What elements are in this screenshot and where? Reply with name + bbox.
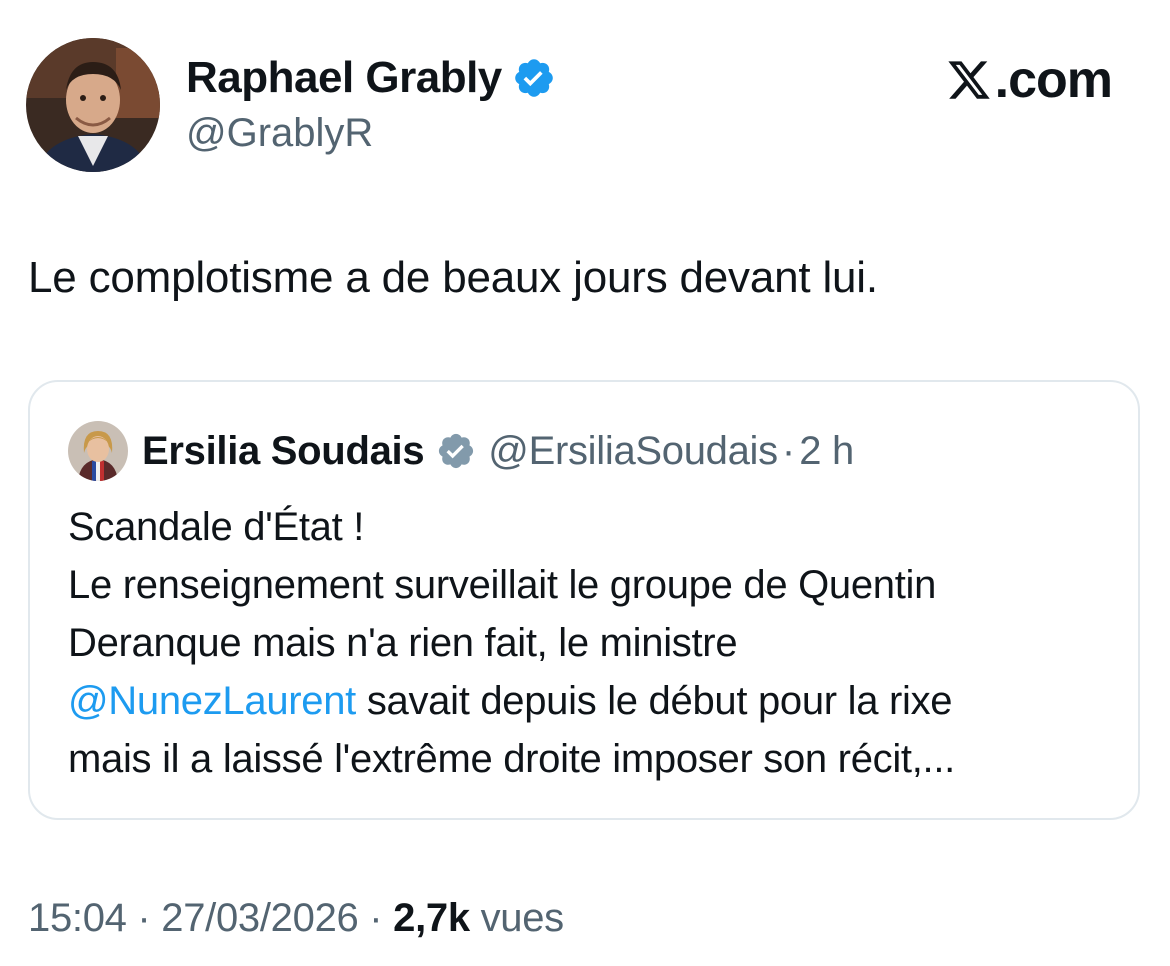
verified-badge-icon [439, 433, 474, 469]
quoted-author-avatar[interactable] [68, 421, 128, 481]
author-handle[interactable]: @GrablyR [186, 108, 556, 158]
quoted-text-line-with-mention: @NunezLaurent savait depuis le début pou… [68, 672, 1108, 730]
mention-link[interactable]: @NunezLaurent [68, 679, 356, 723]
x-logo-icon [948, 61, 990, 99]
meta-separator: · [126, 896, 162, 940]
author-avatar-image [26, 38, 160, 172]
separator-dot: · [781, 428, 796, 473]
meta-separator: · [358, 896, 394, 940]
tweet-text: Le complotisme a de beaux jours devant l… [28, 253, 878, 302]
tweet-date[interactable]: 27/03/2026 [161, 896, 359, 940]
author-name[interactable]: Raphael Grably [186, 50, 502, 106]
quoted-author-avatar-image [68, 421, 128, 481]
brand-text: .com [994, 51, 1113, 109]
quoted-tweet-time[interactable]: 2 h [799, 429, 854, 474]
verified-badge-icon [514, 59, 553, 97]
quoted-tweet-body: Scandale d'État ! Le renseignement surve… [68, 498, 1108, 788]
quoted-tweet-card[interactable]: Ersilia Soudais @ErsiliaSoudais · 2 h Sc… [28, 380, 1140, 820]
quoted-text-line: Le renseignement surveillait le groupe d… [68, 563, 937, 607]
quoted-author-name[interactable]: Ersilia Soudais [142, 429, 425, 474]
quoted-tweet-header: Ersilia Soudais @ErsiliaSoudais · 2 h [68, 420, 854, 482]
quoted-author-handle[interactable]: @ErsiliaSoudais [488, 429, 778, 474]
author-name-row: Raphael Grably [186, 50, 556, 106]
quoted-text-line: Scandale d'État ! [68, 505, 365, 549]
quoted-text-line: mais il a laissé l'extrême droite impose… [68, 737, 955, 781]
brand: .com [945, 50, 1113, 110]
author-avatar[interactable] [26, 38, 160, 172]
quoted-text-line: Deranque mais n'a rien fait, le ministre [68, 621, 738, 665]
tweet-meta: 15:04 · 27/03/2026 · 2,7k vues [28, 892, 564, 944]
views-count: 2,7k [393, 896, 470, 940]
quoted-text-fragment: savait depuis le début pour la rixe [356, 679, 953, 723]
views-label: vues [469, 896, 565, 940]
author-block: Raphael Grably @GrablyR [186, 50, 556, 158]
tweet-time[interactable]: 15:04 [28, 896, 127, 940]
